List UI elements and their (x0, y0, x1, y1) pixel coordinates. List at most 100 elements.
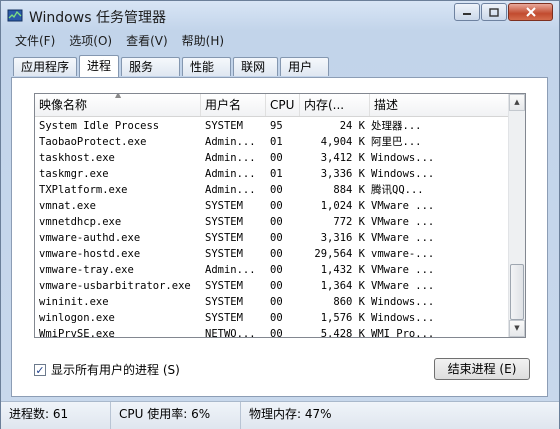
user-name-cell: SYSTEM (205, 216, 243, 228)
close-button[interactable] (508, 3, 553, 21)
cpu-cell: 95 (270, 120, 283, 132)
column-user-name[interactable]: 用户名 (201, 94, 266, 116)
minimize-button[interactable] (454, 3, 480, 21)
cpu-cell: 00 (270, 312, 283, 324)
user-name-cell: SYSTEM (205, 120, 243, 132)
show-all-users-option[interactable]: ✓ 显示所有用户的进程 (S) (34, 361, 180, 378)
memory-cell: 1,364 K (320, 280, 365, 292)
cpu-cell: 00 (270, 248, 283, 260)
chevron-down-icon: ▼ (514, 324, 520, 332)
user-name-cell: SYSTEM (205, 248, 243, 260)
memory-cell: 860 K (333, 296, 365, 308)
menu-help[interactable]: 帮助(H) (176, 31, 230, 51)
memory-cell: 1,576 K (320, 312, 365, 324)
cpu-cell: 00 (270, 216, 283, 228)
memory-cell: 3,336 K (320, 168, 365, 180)
memory-cell: 5,428 K (320, 328, 365, 338)
end-process-button[interactable]: 结束进程 (E) (434, 358, 530, 380)
process-name-cell: taskhost.exe (39, 152, 115, 164)
physical-memory: 物理内存: 47% (249, 407, 332, 421)
table-row[interactable]: TXPlatform.exe Admin... 00 884 K 腾讯QQ... (35, 182, 513, 198)
tab-performance[interactable]: 性能 (182, 57, 232, 76)
title-bar[interactable]: Windows 任务管理器 (1, 1, 559, 31)
user-name-cell: SYSTEM (205, 312, 243, 324)
user-name-cell: NETWO... (205, 328, 256, 338)
table-row[interactable]: winlogon.exe SYSTEM 00 1,576 K Windows... (35, 310, 513, 326)
show-all-users-label: 显示所有用户的进程 (S) (51, 363, 180, 377)
tab-processes[interactable]: 进程 (79, 55, 120, 77)
vertical-scrollbar[interactable]: ▲ ▼ (508, 94, 525, 337)
tab-users[interactable]: 用户 (280, 57, 330, 76)
description-cell: Windows... (371, 168, 435, 180)
column-description[interactable]: 描述 (370, 94, 513, 116)
table-row[interactable]: vmnetdhcp.exe SYSTEM 00 772 K VMware ... (35, 214, 513, 230)
process-name-cell: vmware-authd.exe (39, 232, 141, 244)
user-name-cell: Admin... (205, 136, 256, 148)
column-cpu[interactable]: CPU (266, 94, 300, 116)
memory-cell: 29,564 K (314, 248, 365, 260)
cpu-cell: 00 (270, 184, 283, 196)
process-name-cell: vmware-tray.exe (39, 264, 134, 276)
menu-file[interactable]: 文件(F) (9, 31, 61, 51)
process-count: 进程数: 61 (1, 402, 111, 429)
table-row[interactable]: taskhost.exe Admin... 00 3,412 K Windows... (35, 150, 513, 166)
memory-cell: 3,412 K (320, 152, 365, 164)
tab-applications[interactable]: 应用程序 (13, 57, 78, 76)
task-manager-icon (7, 9, 23, 22)
process-name-cell: winlogon.exe (39, 312, 115, 324)
process-name-cell: TXPlatform.exe (39, 184, 128, 196)
column-image-name[interactable]: ▲ 映像名称 (35, 94, 201, 116)
maximize-button[interactable] (481, 3, 507, 21)
memory-cell: 772 K (333, 216, 365, 228)
menu-options[interactable]: 选项(O) (63, 31, 118, 51)
scroll-up-button[interactable]: ▲ (509, 94, 525, 111)
process-name-cell: System Idle Process (39, 120, 160, 132)
cpu-cell: 00 (270, 328, 283, 338)
status-bar: 进程数: 61 CPU 使用率: 6% 物理内存: 47% (1, 401, 559, 429)
description-cell: VMware ... (371, 280, 435, 292)
process-name-cell: WmiPrvSE.exe (39, 328, 115, 338)
tab-networking[interactable]: 联网 (233, 57, 279, 76)
description-cell: WMI Pro... (371, 328, 435, 338)
table-row[interactable]: vmware-usbarbitrator.exe SYSTEM 00 1,364 K V… (35, 278, 513, 294)
user-name-cell: SYSTEM (205, 280, 243, 292)
user-name-cell: Admin... (205, 184, 256, 196)
user-name-cell: SYSTEM (205, 296, 243, 308)
menu-view[interactable]: 查看(V) (120, 31, 174, 51)
description-cell: Windows... (371, 312, 435, 324)
cpu-cell: 00 (270, 152, 283, 164)
menu-bar: 文件(F) 选项(O) 查看(V) 帮助(H) (9, 31, 232, 51)
process-list[interactable]: ▲ 映像名称 用户名 CPU 内存(... 描述 System Idle Pro… (34, 93, 526, 338)
description-cell: VMware ... (371, 200, 435, 212)
list-header: ▲ 映像名称 用户名 CPU 内存(... 描述 (35, 94, 513, 117)
processes-panel: ▲ 映像名称 用户名 CPU 内存(... 描述 System Idle Pro… (11, 77, 548, 397)
description-cell: VMware ... (371, 264, 435, 276)
process-name-cell: taskmgr.exe (39, 168, 109, 180)
table-row[interactable]: TaobaoProtect.exe Admin... 01 4,904 K 阿里巴... (35, 134, 513, 150)
table-row[interactable]: taskmgr.exe Admin... 01 3,336 K Windows... (35, 166, 513, 182)
user-name-cell: SYSTEM (205, 200, 243, 212)
scroll-thumb[interactable] (510, 264, 524, 320)
table-row[interactable]: vmware-hostd.exe SYSTEM 00 29,564 K vmware-.… (35, 246, 513, 262)
process-name-cell: wininit.exe (39, 296, 109, 308)
description-cell: 处理器... (371, 120, 422, 132)
table-row[interactable]: System Idle Process SYSTEM 95 24 K 处理器... (35, 118, 513, 134)
table-row[interactable]: WmiPrvSE.exe NETWO... 00 5,428 K WMI Pro... (35, 326, 513, 338)
cpu-cell: 00 (270, 232, 283, 244)
table-row[interactable]: vmware-authd.exe SYSTEM 00 3,316 K VMware ..… (35, 230, 513, 246)
column-memory[interactable]: 内存(... (300, 94, 370, 116)
table-row[interactable]: vmnat.exe SYSTEM 00 1,024 K VMware ... (35, 198, 513, 214)
sort-ascending-icon: ▲ (115, 93, 122, 99)
scroll-down-button[interactable]: ▼ (509, 320, 525, 337)
table-row[interactable]: wininit.exe SYSTEM 00 860 K Windows... (35, 294, 513, 310)
tab-services[interactable]: 服务 (121, 57, 181, 76)
table-row[interactable]: vmware-tray.exe Admin... 00 1,432 K VMware .… (35, 262, 513, 278)
maximize-icon (489, 7, 499, 17)
description-cell: 阿里巴... (371, 136, 422, 148)
process-name-cell: vmware-usbarbitrator.exe (39, 280, 191, 292)
cpu-cell: 00 (270, 200, 283, 212)
process-name-cell: vmware-hostd.exe (39, 248, 141, 260)
process-rows: System Idle Process SYSTEM 95 24 K 处理器... Tao… (35, 118, 513, 338)
show-all-users-checkbox[interactable]: ✓ (34, 363, 46, 376)
description-cell: VMware ... (371, 216, 435, 228)
